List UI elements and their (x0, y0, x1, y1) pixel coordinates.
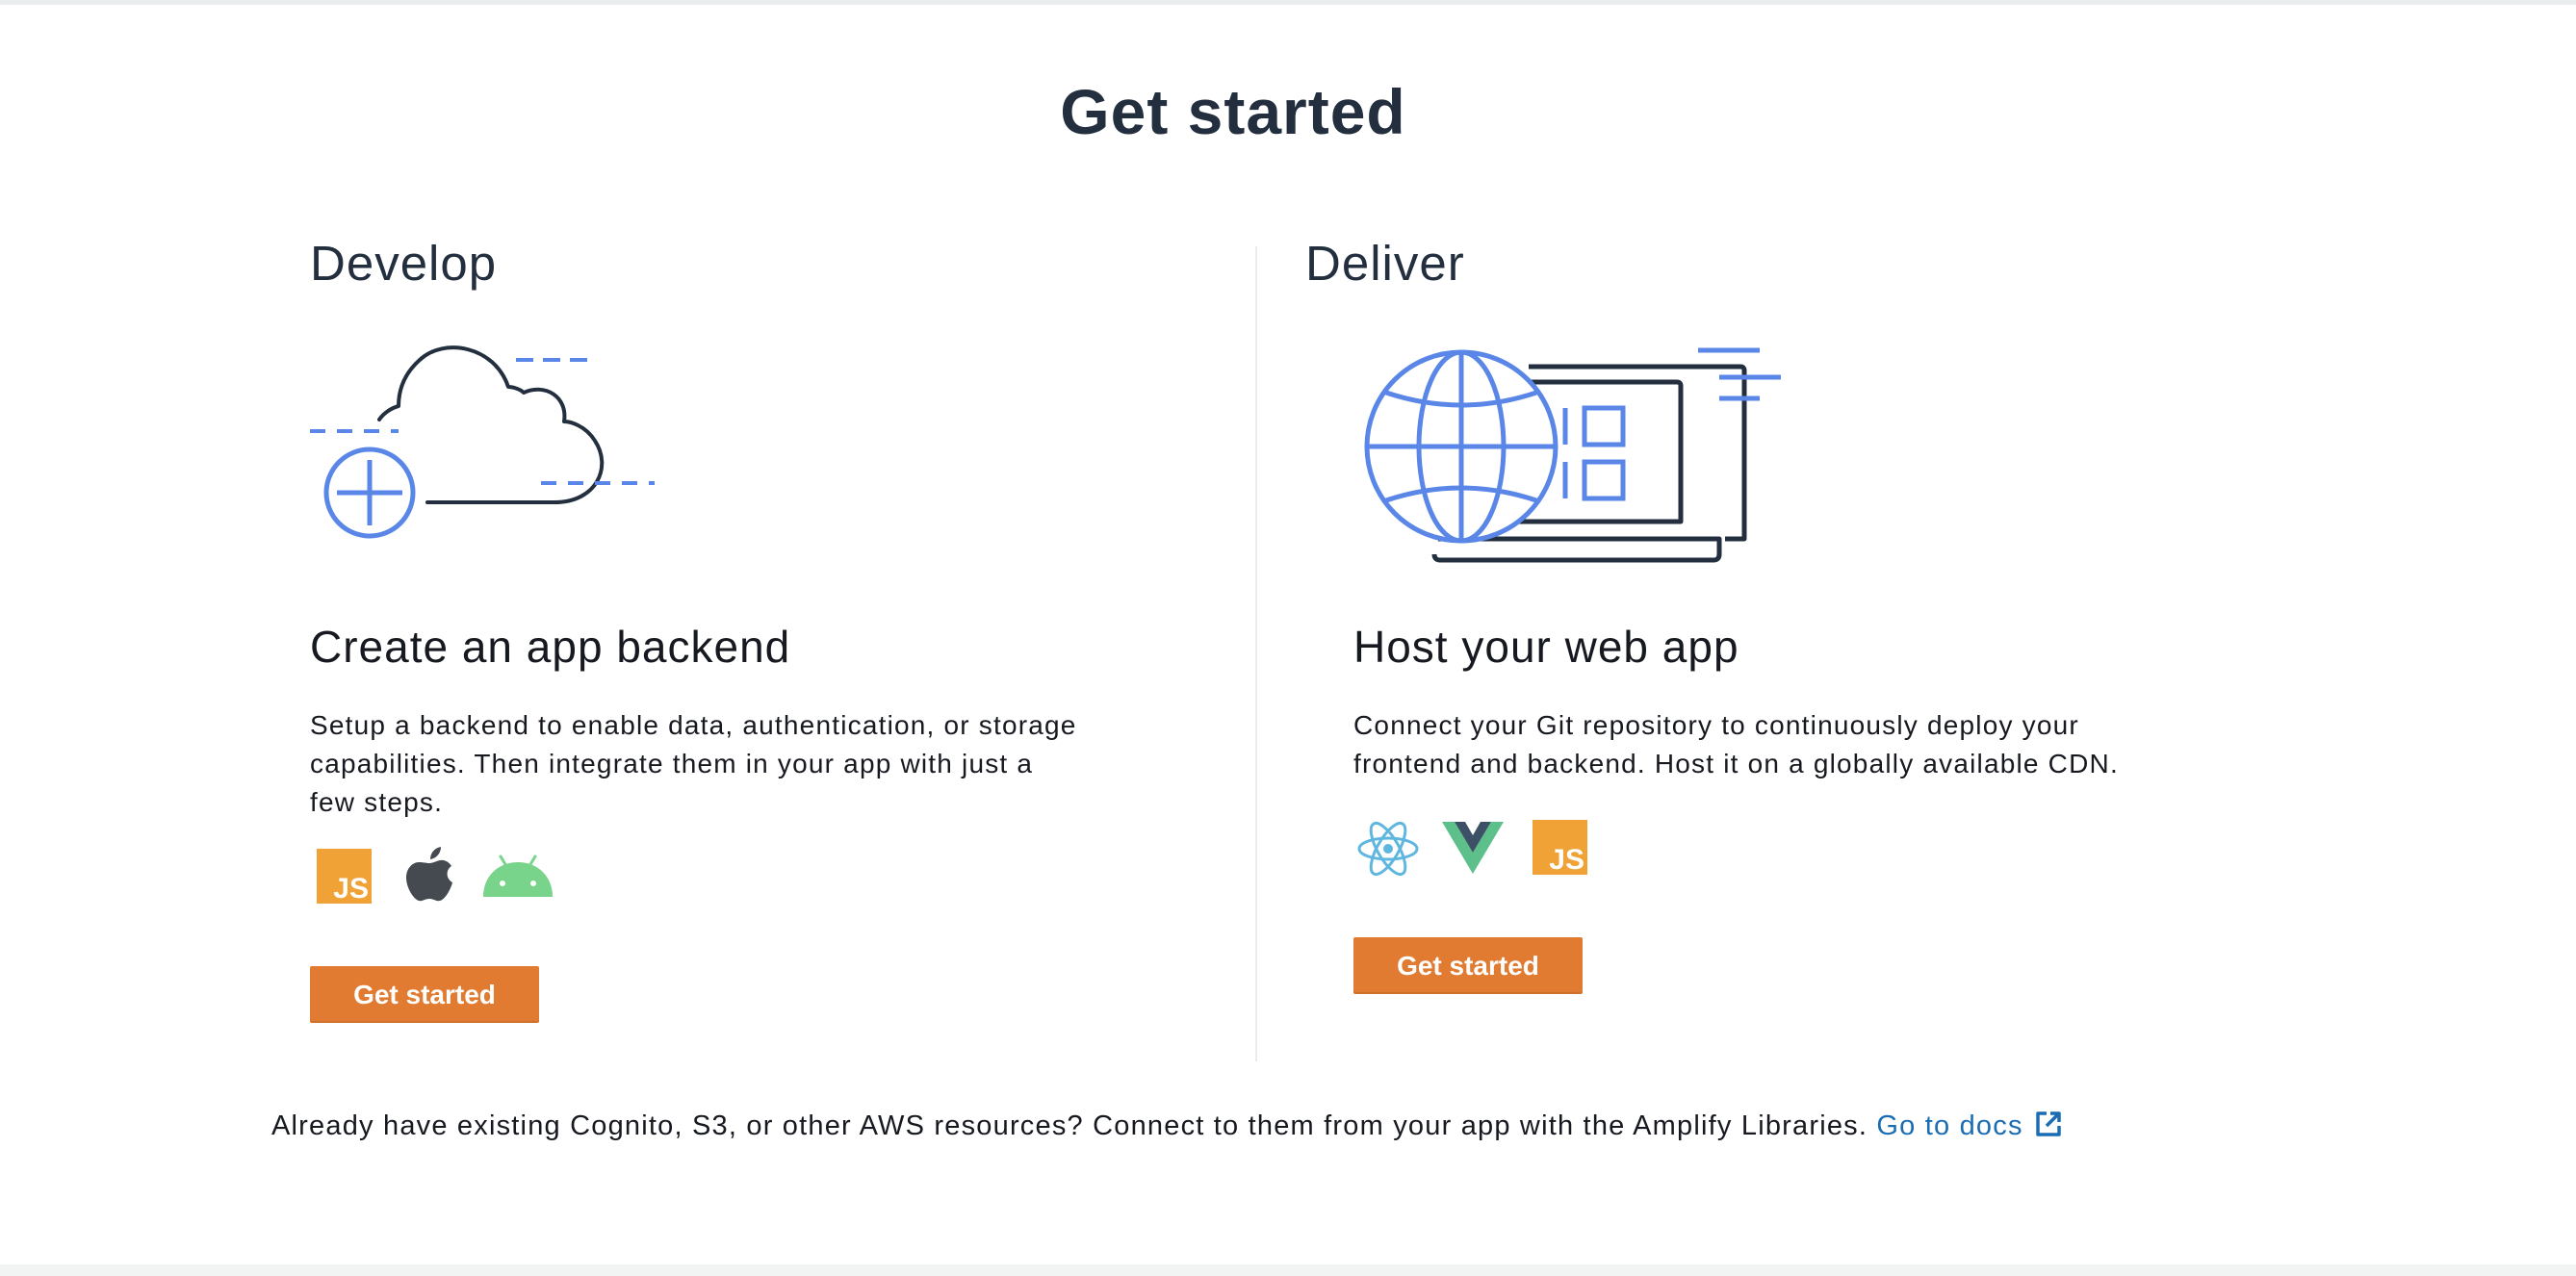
column-divider (1255, 246, 1257, 1061)
javascript-icon: JS (317, 849, 372, 904)
cloud-add-illustration (310, 345, 655, 539)
apple-icon (406, 847, 452, 902)
deliver-get-started-button[interactable]: Get started (1353, 937, 1583, 994)
develop-description-line: Setup a backend to enable data, authenti… (310, 710, 1077, 740)
bottom-border (0, 1264, 2576, 1276)
javascript-icon: JS (1533, 820, 1587, 875)
deliver-card-description: Connect your Git repository to continuou… (1353, 706, 2119, 783)
go-to-docs-link[interactable]: Go to docs (1876, 1110, 2061, 1141)
existing-resources-text: Already have existing Cognito, S3, or ot… (271, 1110, 1868, 1141)
go-to-docs-label[interactable]: Go to docs (1876, 1110, 2022, 1141)
develop-get-started-button[interactable]: Get started (310, 966, 539, 1023)
develop-heading: Develop (310, 236, 498, 291)
top-divider (0, 0, 2576, 5)
react-icon (1357, 821, 1419, 877)
deliver-description-line: Connect your Git repository to continuou… (1353, 710, 2079, 740)
existing-resources-note: Already have existing Cognito, S3, or ot… (271, 1110, 2062, 1142)
develop-description-line: capabilities. Then integrate them in you… (310, 749, 1034, 778)
external-link-icon[interactable] (2035, 1110, 2062, 1137)
deliver-heading: Deliver (1305, 236, 1465, 291)
js-badge-label: JS (333, 873, 369, 905)
develop-card-title: Create an app backend (310, 622, 791, 672)
page-title: Get started (1060, 76, 1406, 147)
globe-laptop-illustration (1364, 347, 1781, 563)
deliver-card-title: Host your web app (1353, 622, 1739, 672)
deliver-description-line: frontend and backend. Host it on a globa… (1353, 749, 2119, 778)
android-icon (483, 855, 553, 897)
develop-card-description: Setup a backend to enable data, authenti… (310, 706, 1077, 822)
js-badge-label: JS (1549, 844, 1584, 876)
develop-description-line: few steps. (310, 787, 444, 817)
vue-icon (1442, 822, 1504, 874)
